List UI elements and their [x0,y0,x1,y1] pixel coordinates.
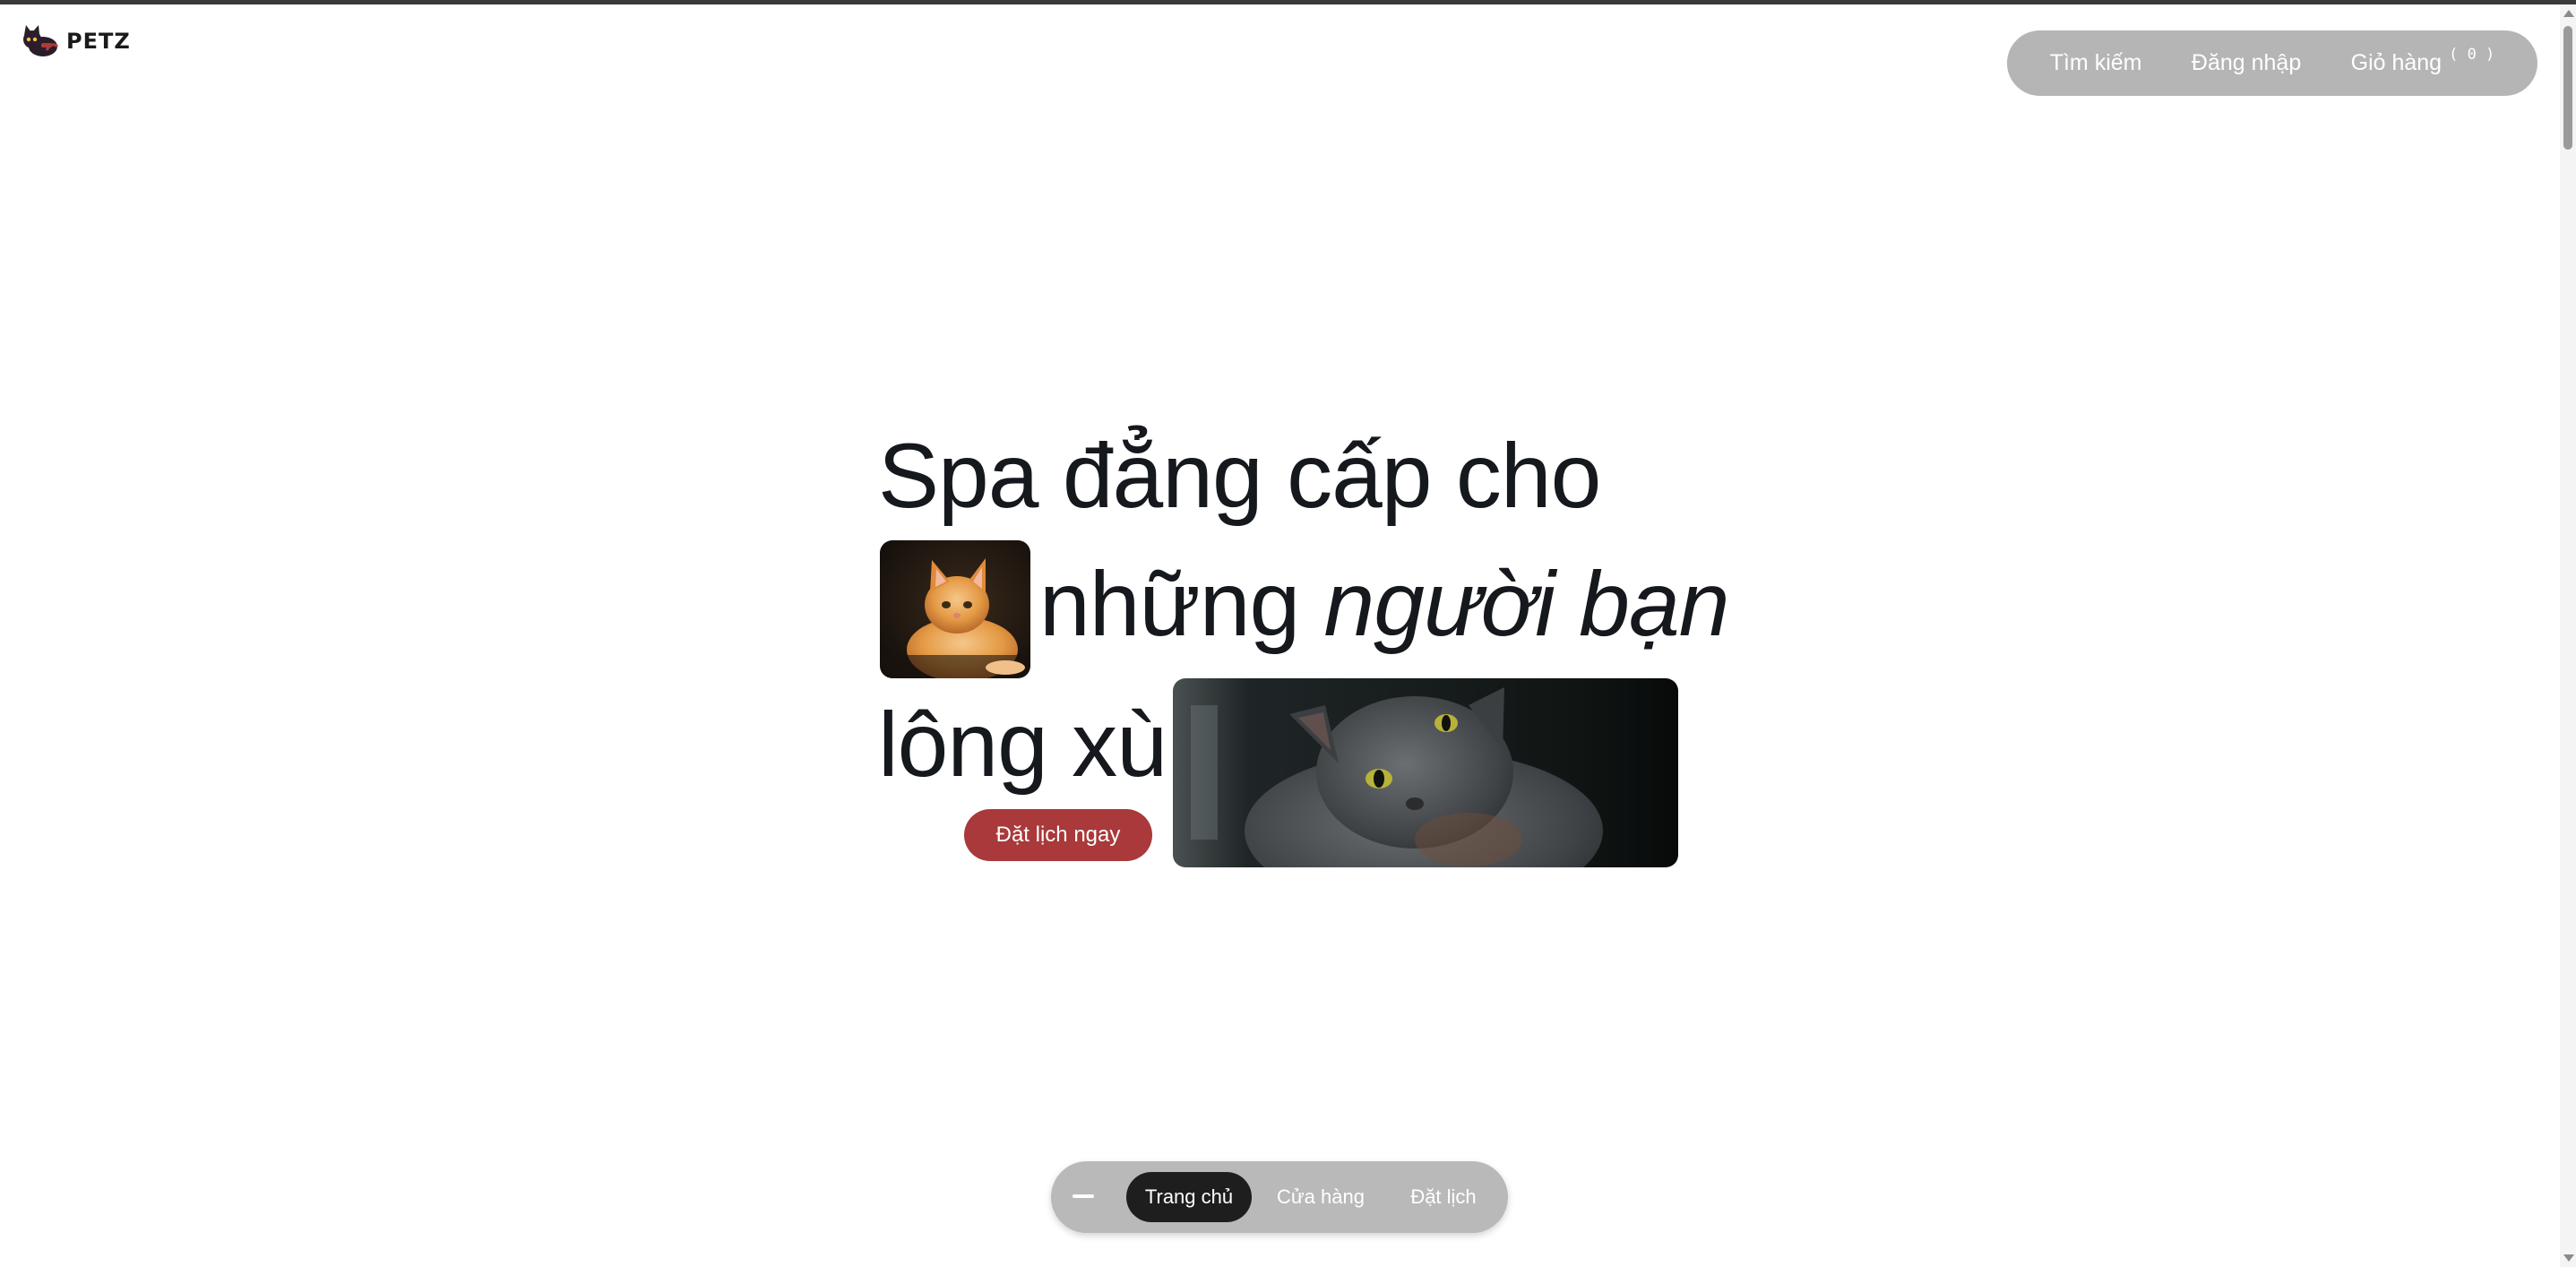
bottom-navigation: Trang chủ Cửa hàng Đặt lịch [1051,1161,1508,1233]
orange-kitten-image [880,540,1030,678]
hero-heading-line-1: Spa đẳng cấp cho [878,425,1601,527]
nav-item-shop[interactable]: Cửa hàng [1262,1172,1379,1222]
hero-heading-line-2-plain: những [1039,553,1324,655]
hero-heading-line-2-italic: người bạn [1323,553,1730,655]
scroll-thumb[interactable] [2563,26,2572,150]
hero-heading-line-2: những người bạn [1039,558,1729,650]
browser-top-border [0,0,2576,4]
nav-item-booking[interactable]: Đặt lịch [1390,1172,1497,1222]
scroll-down-arrow-icon[interactable] [2563,1254,2574,1262]
gray-cat-image [1173,678,1678,867]
cart-link[interactable]: Giỏ hàng ( 0 ) [2350,46,2495,76]
cart-count: ( 0 ) [2449,46,2495,64]
hero-heading-line-3: lông xù [878,694,1167,796]
minus-icon[interactable] [1073,1194,1094,1198]
orange-kitten-illustration [880,540,1030,678]
page-scrollbar[interactable] [2560,4,2576,1267]
login-link[interactable]: Đăng nhập [2192,50,2301,76]
nav-item-home[interactable]: Trang chủ [1126,1172,1252,1222]
top-navigation: Tìm kiếm Đăng nhập Giỏ hàng ( 0 ) [2007,30,2537,96]
cart-label: Giỏ hàng [2350,50,2442,75]
scroll-up-arrow-icon[interactable] [2563,10,2574,17]
brand-name: PETZ [66,29,131,54]
gray-cat-illustration [1173,678,1678,867]
brand-logo[interactable]: PETZ [20,23,131,59]
search-link[interactable]: Tìm kiếm [2050,50,2142,76]
cat-logo-icon [23,25,59,56]
book-now-button[interactable]: Đặt lịch ngay [964,809,1152,861]
